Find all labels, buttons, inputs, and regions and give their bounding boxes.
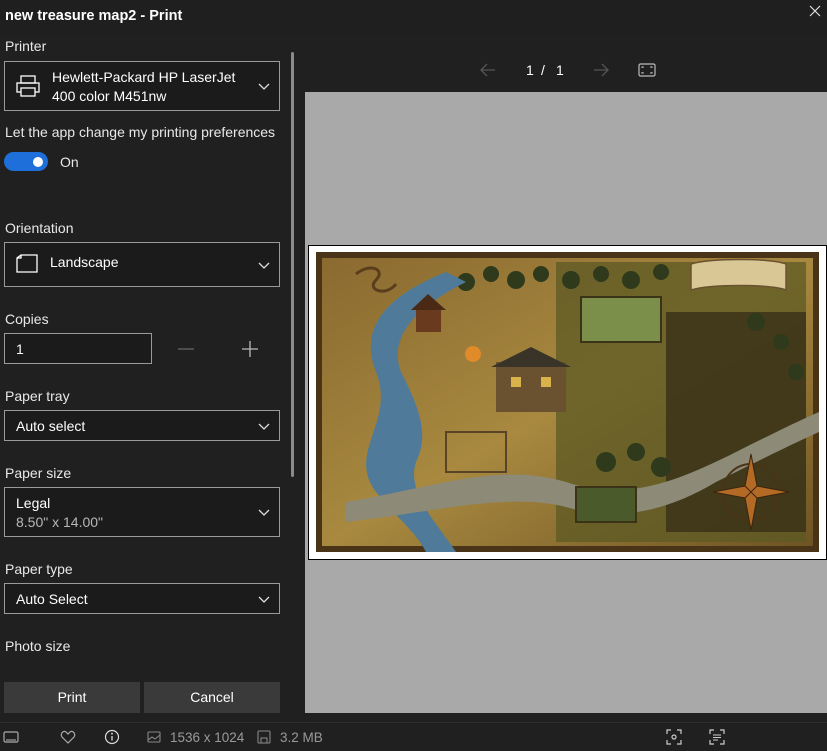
page-landscape-icon xyxy=(16,254,38,273)
title-bar: new treasure map2 - Print xyxy=(0,0,827,34)
printer-name-line2: 400 color M451nw xyxy=(52,88,167,104)
photo-size-label: Photo size xyxy=(5,638,71,654)
fit-page-icon[interactable] xyxy=(637,60,657,80)
printer-name-line1: Hewlett-Packard HP LaserJet xyxy=(52,69,236,85)
previous-page-icon[interactable] xyxy=(478,60,498,80)
paper-tray-value: Auto select xyxy=(16,418,86,434)
preferences-label: Let the app change my printing preferenc… xyxy=(5,124,276,140)
paper-size-dimensions: 8.50" x 14.00" xyxy=(16,514,104,530)
next-page-icon[interactable] xyxy=(591,60,611,80)
image-dimensions: 1536 x 1024 xyxy=(170,730,245,745)
cancel-button[interactable]: Cancel xyxy=(144,682,280,713)
treasure-map-image xyxy=(316,252,819,552)
paper-type-label: Paper type xyxy=(5,561,73,577)
window-title: new treasure map2 - Print xyxy=(5,8,183,24)
paper-type-value: Auto Select xyxy=(16,591,88,607)
chevron-down-icon xyxy=(258,509,270,516)
printer-label: Printer xyxy=(5,38,47,54)
text-scan-icon[interactable] xyxy=(709,729,725,745)
paper-size-value: Legal xyxy=(16,495,51,511)
page-separator: / xyxy=(541,62,545,78)
copies-input[interactable]: 1 xyxy=(4,333,152,364)
scan-icon[interactable] xyxy=(666,729,682,745)
close-icon[interactable] xyxy=(806,2,824,20)
info-icon[interactable] xyxy=(104,729,120,745)
printer-icon xyxy=(16,75,40,97)
paper-size-label: Paper size xyxy=(5,465,72,481)
plus-icon[interactable] xyxy=(240,339,260,359)
chevron-down-icon xyxy=(258,262,270,269)
chevron-down-icon xyxy=(258,83,270,90)
orientation-label: Orientation xyxy=(5,220,74,236)
orientation-value: Landscape xyxy=(50,254,119,270)
settings-scrollbar[interactable] xyxy=(291,52,294,477)
minus-icon[interactable] xyxy=(176,339,196,359)
print-button[interactable]: Print xyxy=(4,682,140,713)
paper-tray-label: Paper tray xyxy=(5,388,70,404)
filmstrip-icon[interactable] xyxy=(3,729,19,745)
paper-type-select[interactable]: Auto Select xyxy=(4,583,280,614)
image-dimensions-icon xyxy=(147,731,161,743)
save-icon xyxy=(257,730,271,744)
paper-tray-select[interactable]: Auto select xyxy=(4,410,280,441)
current-page: 1 xyxy=(526,62,534,78)
paper-size-select[interactable]: Legal 8.50" x 14.00" xyxy=(4,487,280,537)
copies-label: Copies xyxy=(5,311,49,327)
chevron-down-icon xyxy=(258,423,270,430)
orientation-select[interactable]: Landscape xyxy=(4,242,280,287)
chevron-down-icon xyxy=(258,596,270,603)
file-size: 3.2 MB xyxy=(280,730,323,745)
preferences-toggle-state: On xyxy=(60,154,79,170)
preferences-toggle[interactable] xyxy=(4,152,48,171)
copies-value: 1 xyxy=(16,341,24,357)
status-bar xyxy=(0,722,827,751)
printer-select[interactable]: Hewlett-Packard HP LaserJet 400 color M4… xyxy=(4,61,280,111)
total-pages: 1 xyxy=(556,62,564,78)
heart-icon[interactable] xyxy=(60,729,76,745)
toggle-knob xyxy=(33,156,43,167)
